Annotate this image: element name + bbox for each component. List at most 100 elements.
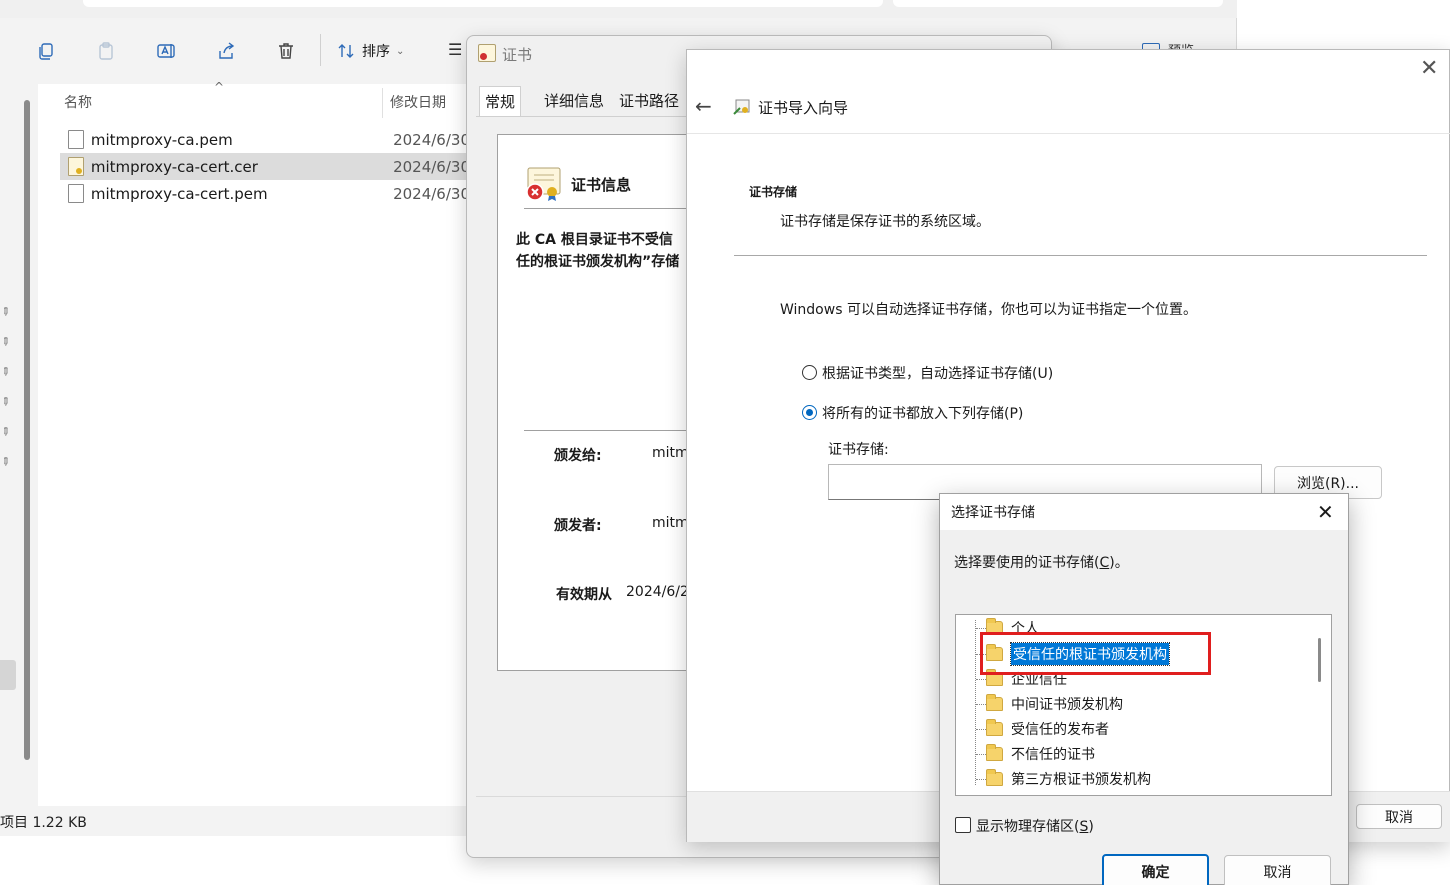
paste-button[interactable] <box>88 34 124 68</box>
divider <box>524 208 689 209</box>
prompt-accesskey: C <box>1099 555 1110 571</box>
tree-scrollbar-thumb[interactable] <box>1318 638 1321 682</box>
section-heading: 证书存储 <box>749 185 798 199</box>
warning-line: 此 CA 根目录证书不受信 <box>516 232 673 248</box>
issued-to-value: mitm <box>652 445 688 461</box>
tree-item[interactable]: 受信任的发布者 <box>976 718 1109 740</box>
chevron-down-icon: ⌄ <box>396 45 405 57</box>
close-icon[interactable]: ✕ <box>1317 500 1334 524</box>
annotation-highlight-box <box>980 632 1211 675</box>
file-name: mitmproxy-ca-cert.cer <box>90 157 258 176</box>
import-wizard-icon <box>733 99 750 115</box>
file-row[interactable]: mitmproxy-ca.pem 2024/6/30 <box>60 126 470 153</box>
issued-to-label: 颁发给: <box>554 448 602 464</box>
dialog-prompt: 选择要使用的证书存储(C)。 <box>954 552 1129 572</box>
tree-item[interactable]: 第三方根证书颁发机构 <box>976 768 1151 790</box>
file-icon <box>68 184 84 203</box>
divider <box>687 133 1450 134</box>
copy-button[interactable] <box>28 34 64 68</box>
column-header-name[interactable]: 名称 <box>64 92 92 112</box>
tab-details[interactable]: 详细信息 <box>539 86 610 116</box>
divider <box>476 796 688 797</box>
tree-connector <box>976 627 986 629</box>
valid-from-label: 有效期从 <box>556 587 612 603</box>
store-field-label: 证书存储: <box>828 442 889 458</box>
close-icon[interactable]: ✕ <box>1420 56 1438 81</box>
certificate-icon <box>478 44 496 62</box>
certificate-file-icon <box>68 157 84 176</box>
sort-caret-icon: ^ <box>214 80 225 94</box>
tree-item[interactable]: 不信任的证书 <box>976 743 1095 765</box>
dialog-title: 选择证书存储 <box>951 505 1035 521</box>
nav-scrollbar[interactable] <box>24 100 30 760</box>
file-date: 2024/6/30 <box>393 157 470 176</box>
valid-from-value: 2024/6/2 <box>626 584 688 600</box>
sort-button[interactable]: 排序 ⌄ <box>336 36 404 66</box>
rename-icon <box>157 44 175 58</box>
untrusted-certificate-icon <box>526 167 561 201</box>
address-bar[interactable] <box>83 0 883 7</box>
divider <box>524 430 689 431</box>
tree-item-label: 中间证书颁发机构 <box>1011 697 1123 713</box>
folder-icon <box>986 769 1003 786</box>
navigation-pane <box>0 84 38 806</box>
radio-place-in-store[interactable] <box>802 405 817 420</box>
folder-icon <box>986 694 1003 711</box>
paste-icon <box>99 42 113 60</box>
wizard-intro-text: Windows 可以自动选择证书存储，你也可以为证书指定一个位置。 <box>780 302 1197 318</box>
show-physical-stores-label[interactable]: 显示物理存储区(S) <box>976 816 1094 836</box>
issued-by-label: 颁发者: <box>554 518 602 534</box>
file-row-selected[interactable]: mitmproxy-ca-cert.cer 2024/6/30 <box>60 153 470 180</box>
sort-label: 排序 <box>362 44 390 60</box>
nav-selected-item[interactable] <box>0 660 16 690</box>
wizard-title: 证书导入向导 <box>758 99 849 117</box>
column-header-date[interactable]: 修改日期 <box>390 92 446 112</box>
file-row[interactable]: mitmproxy-ca-cert.pem 2024/6/30 <box>60 180 470 207</box>
prompt-text: 选择要使用的证书存储( <box>954 555 1100 571</box>
view-menu-icon[interactable]: ☰ <box>448 40 462 59</box>
sort-icon <box>338 44 354 58</box>
folder-icon <box>986 719 1003 736</box>
copy-icon <box>39 43 53 60</box>
tab-cert-path[interactable]: 证书路径 <box>614 86 685 116</box>
section-description: 证书存储是保存证书的系统区域。 <box>780 214 990 230</box>
radio-auto-select-label[interactable]: 根据证书类型，自动选择证书存储(U) <box>822 363 1053 383</box>
delete-button[interactable] <box>268 34 304 68</box>
share-button[interactable] <box>208 34 244 68</box>
tree-item[interactable]: 中间证书颁发机构 <box>976 693 1123 715</box>
cancel-button[interactable]: 取消 <box>1224 855 1331 885</box>
file-date: 2024/6/30 <box>393 130 470 149</box>
tree-connector <box>976 753 986 755</box>
prompt-text-end: )。 <box>1109 555 1129 571</box>
show-physical-stores-checkbox[interactable] <box>955 817 971 833</box>
tree-connector <box>976 703 986 705</box>
radio-place-in-store-label[interactable]: 将所有的证书都放入下列存储(P) <box>822 403 1023 423</box>
checkbox-text: 显示物理存储区( <box>976 819 1080 835</box>
column-divider[interactable] <box>382 88 383 118</box>
certificate-window-title: 证书 <box>502 46 533 64</box>
wizard-cancel-button[interactable]: 取消 <box>1356 804 1442 829</box>
checkbox-text-end: ) <box>1088 819 1094 835</box>
trash-icon <box>279 43 293 59</box>
tree-item-label: 不信任的证书 <box>1011 747 1095 763</box>
tree-connector <box>976 678 986 680</box>
tab-strip-line <box>476 116 688 117</box>
tab-general[interactable]: 常规 <box>479 86 522 117</box>
warning-line: 任的根证书颁发机构”存储 <box>516 254 680 270</box>
radio-auto-select[interactable] <box>802 365 817 380</box>
share-icon <box>219 42 235 59</box>
back-arrow-icon[interactable]: ← <box>695 94 712 118</box>
status-bar: 项目 1.22 KB <box>0 815 87 831</box>
tree-item-label: 受信任的发布者 <box>1011 722 1109 738</box>
search-box[interactable] <box>893 0 1223 7</box>
tree-connector <box>976 778 986 780</box>
tree-item-label: 第三方根证书颁发机构 <box>1011 772 1151 788</box>
file-icon <box>68 130 84 149</box>
tree-connector <box>976 728 986 730</box>
ok-button[interactable]: 确定 <box>1102 854 1209 885</box>
toolbar-divider <box>320 34 321 66</box>
divider <box>734 255 1427 256</box>
file-name: mitmproxy-ca.pem <box>90 130 233 149</box>
rename-button[interactable] <box>148 34 184 68</box>
file-name: mitmproxy-ca-cert.pem <box>90 184 268 203</box>
